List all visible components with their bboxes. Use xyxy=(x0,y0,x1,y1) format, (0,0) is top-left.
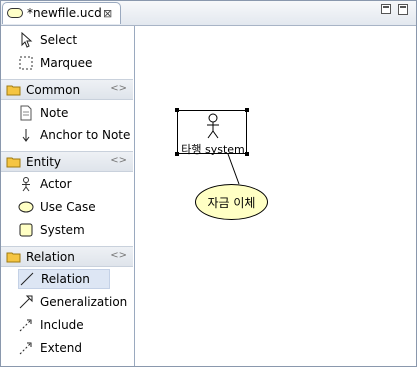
actor-figure-icon xyxy=(207,113,219,139)
section-title: Entity xyxy=(26,154,62,169)
tool-label: Anchor to Note xyxy=(40,128,131,142)
actor-icon xyxy=(18,176,34,192)
tab-bar: *newfile.ucd ⊠ xyxy=(1,1,416,26)
maximize-button[interactable] xyxy=(398,4,408,15)
tool-label: Note xyxy=(40,106,69,120)
section-relation[interactable]: Relation <> xyxy=(1,246,133,267)
arrow-cursor-icon xyxy=(18,31,34,48)
tool-generalization[interactable]: Generalization xyxy=(18,292,128,312)
use-case-node[interactable]: 자금 이체 xyxy=(195,184,268,220)
section-title: Common xyxy=(26,82,81,97)
section-common[interactable]: Common <> xyxy=(1,79,133,100)
tool-label: Marquee xyxy=(40,56,93,70)
tab-newfile[interactable]: *newfile.ucd ⊠ xyxy=(2,2,121,24)
use-case-label: 자금 이체 xyxy=(207,195,256,210)
tool-marquee[interactable]: Marquee xyxy=(18,53,128,73)
tool-label: Use Case xyxy=(40,200,96,214)
use-case-icon xyxy=(18,199,34,215)
marquee-icon xyxy=(18,55,34,71)
connector-layer xyxy=(227,153,240,185)
collapse-arrows-icon[interactable]: <> xyxy=(110,155,127,166)
tab-title: *newfile.ucd xyxy=(27,6,102,20)
relation-connector[interactable] xyxy=(227,153,240,185)
system-label: 타행 system xyxy=(181,143,245,156)
include-icon xyxy=(18,317,34,333)
relation-line-icon xyxy=(19,271,35,287)
tool-label: Extend xyxy=(40,341,82,355)
use-case-file-icon xyxy=(7,8,23,18)
anchor-arrow-icon xyxy=(18,127,34,143)
tool-label: Generalization xyxy=(40,295,128,309)
generalization-icon xyxy=(18,294,34,310)
tool-label: Include xyxy=(40,318,84,332)
minimize-button[interactable] xyxy=(381,4,391,14)
tool-note[interactable]: Note xyxy=(18,103,128,123)
tool-actor[interactable]: Actor xyxy=(18,174,128,194)
close-icon[interactable]: ⊠ xyxy=(103,7,112,20)
diagram-canvas[interactable]: 타행 system 자금 이체 xyxy=(135,26,416,366)
tool-anchor-to-note[interactable]: Anchor to Note xyxy=(18,125,131,145)
tool-system[interactable]: System xyxy=(18,220,128,240)
tool-relation[interactable]: Relation xyxy=(18,269,110,289)
section-entity[interactable]: Entity <> xyxy=(1,151,133,172)
tool-label: Relation xyxy=(41,272,90,286)
folder-icon xyxy=(6,251,22,263)
tool-include[interactable]: Include xyxy=(18,315,128,335)
tool-use-case[interactable]: Use Case xyxy=(18,197,128,217)
extend-icon xyxy=(18,340,34,356)
note-icon xyxy=(18,105,34,121)
editor-window: *newfile.ucd ⊠ Select Marquee Common <> … xyxy=(0,0,417,367)
collapse-arrows-icon[interactable]: <> xyxy=(110,250,127,261)
system-icon xyxy=(18,222,34,238)
folder-icon xyxy=(6,84,22,96)
tool-select[interactable]: Select xyxy=(18,30,128,50)
palette: Select Marquee Common <> Note Anchor to … xyxy=(1,26,135,366)
tool-label: Select xyxy=(40,33,78,47)
system-boundary[interactable]: 타행 system xyxy=(175,108,249,156)
tool-label: Actor xyxy=(40,177,72,191)
folder-icon xyxy=(6,156,22,168)
tool-extend[interactable]: Extend xyxy=(18,338,128,358)
tool-label: System xyxy=(40,223,85,237)
section-title: Relation xyxy=(26,249,75,264)
collapse-arrows-icon[interactable]: <> xyxy=(110,83,127,94)
